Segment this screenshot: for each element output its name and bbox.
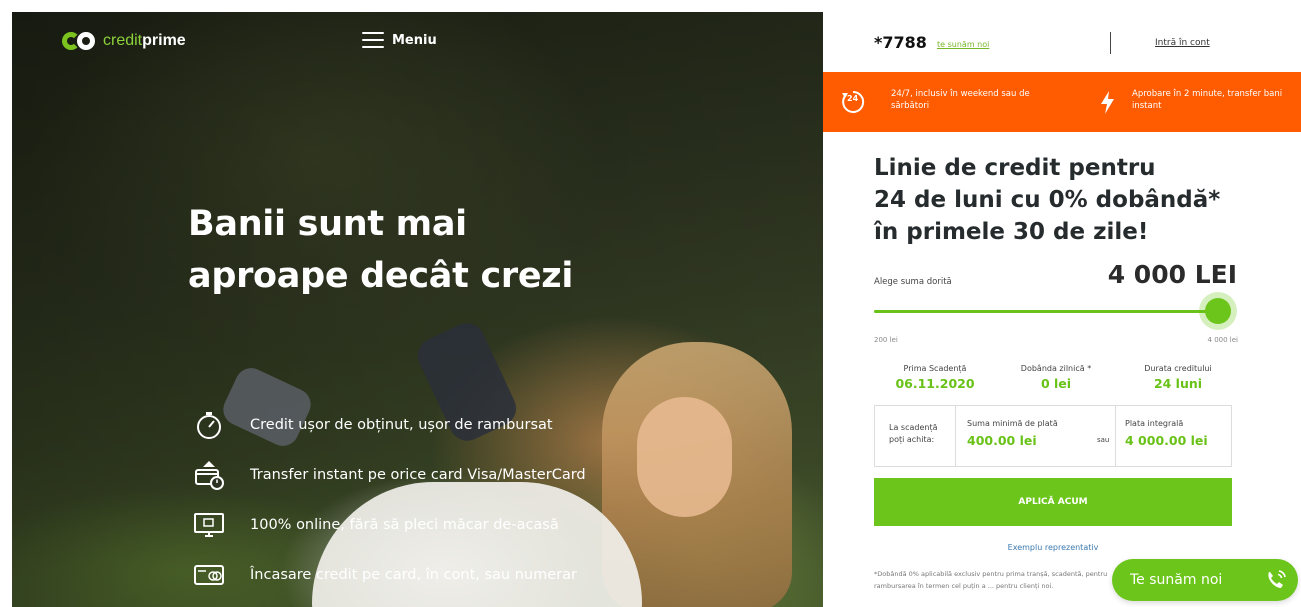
clock-24-icon: 24 bbox=[838, 87, 868, 117]
logo[interactable]: creditprime bbox=[62, 32, 186, 50]
stat-daily-interest: Dobânda zilnică * 0 lei bbox=[1001, 364, 1111, 391]
amount-label: Alege suma dorită bbox=[874, 277, 952, 287]
offer-title-line: 24 de luni cu 0% dobândă* bbox=[874, 187, 1221, 213]
phone-icon bbox=[1260, 565, 1290, 595]
divider bbox=[1115, 406, 1116, 466]
stat-value: 0 lei bbox=[1040, 376, 1072, 391]
feature-item: Credit ușor de obținut, ușor de rambursa… bbox=[192, 400, 586, 450]
monitor-icon bbox=[192, 508, 226, 542]
payment-minimum-label: Suma minimă de plată bbox=[967, 419, 1058, 428]
payment-label: La scadență poți achita: bbox=[889, 422, 937, 482]
login-link[interactable]: Intră în cont bbox=[1155, 38, 1210, 48]
call-me-link[interactable]: te sunăm noi bbox=[937, 40, 989, 49]
logo-text-credit: credit bbox=[103, 32, 143, 49]
credit-panel: *7788 te sunăm noi Intră în cont 24 24/7… bbox=[823, 12, 1301, 607]
divider bbox=[1110, 32, 1111, 54]
banner-text-approval: Aprobare în 2 minute, transfer bani inst… bbox=[1132, 89, 1283, 111]
stat-first-due-date: Prima Scadență 06.11.2020 bbox=[885, 364, 985, 391]
slider-thumb[interactable] bbox=[1205, 298, 1231, 324]
svg-text:24: 24 bbox=[847, 94, 859, 103]
logo-text: creditprime bbox=[103, 32, 186, 50]
offer-title: Linie de credit pentru 24 de luni cu 0% … bbox=[874, 152, 1294, 248]
logo-text-prime: prime bbox=[142, 32, 186, 49]
payment-full: Plata integrală 4 000.00 lei bbox=[1125, 418, 1208, 478]
payment-full-value: 4 000.00 lei bbox=[1125, 433, 1208, 448]
stopwatch-icon bbox=[192, 408, 226, 442]
stat-value: 06.11.2020 bbox=[895, 376, 975, 391]
feature-text: Transfer instant pe orice card Visa/Mast… bbox=[250, 467, 586, 483]
menu-label: Meniu bbox=[392, 32, 437, 48]
card-transfer-icon bbox=[192, 458, 226, 492]
hamburger-icon bbox=[362, 32, 384, 48]
payment-box: La scadență poți achita: Suma minimă de … bbox=[874, 405, 1232, 467]
payment-label-line: poți achita: bbox=[889, 435, 935, 444]
payment-full-label: Plata integrală bbox=[1125, 419, 1184, 428]
feature-item: Încasare credit pe card, în cont, sau nu… bbox=[192, 550, 586, 600]
stat-label: Dobânda zilnică * bbox=[1020, 364, 1092, 373]
banner-text-availability: 24/7, inclusiv în weekend sau de sărbăto… bbox=[891, 89, 1030, 111]
feature-text: Încasare credit pe card, în cont, sau nu… bbox=[250, 567, 577, 583]
payment-minimum-value: 400.00 lei bbox=[967, 433, 1037, 448]
representative-example-link[interactable]: Exemplu reprezentativ bbox=[823, 543, 1283, 552]
callback-label: Te sunăm noi bbox=[1130, 572, 1223, 588]
payment-minimum: Suma minimă de plată 400.00 lei bbox=[967, 418, 1058, 478]
offer-title-line: în primele 30 de zile! bbox=[874, 219, 1149, 245]
payment-or: sau bbox=[1097, 436, 1110, 444]
feature-item: Transfer instant pe orice card Visa/Mast… bbox=[192, 450, 586, 500]
slider-max-label: 4 000 lei bbox=[1207, 336, 1238, 344]
hero-headline: Banii sunt mai aproape decât crezi bbox=[188, 198, 648, 302]
amount-value: 4 000 LEI bbox=[1107, 260, 1237, 289]
amount-slider[interactable] bbox=[874, 298, 1231, 324]
divider bbox=[955, 406, 956, 466]
hero-headline-line: Banii sunt mai bbox=[188, 204, 467, 244]
menu-button[interactable]: Meniu bbox=[362, 32, 437, 48]
lightning-icon bbox=[1093, 87, 1123, 117]
disclaimer-text: *Dobândă 0% aplicabilă exclusiv pentru p… bbox=[874, 570, 1108, 590]
callback-button[interactable]: Te sunăm noi bbox=[1112, 559, 1298, 601]
slider-min-label: 200 lei bbox=[874, 336, 898, 344]
phone-number[interactable]: *7788 bbox=[874, 33, 927, 52]
payment-label-line: La scadență bbox=[889, 423, 938, 432]
cash-card-icon bbox=[192, 558, 226, 592]
stat-label: Prima Scadență bbox=[903, 364, 967, 373]
feature-item: 100% online, fără să pleci măcar de-acas… bbox=[192, 500, 586, 550]
hero-headline-line: aproape decât crezi bbox=[188, 256, 574, 296]
stat-value: 24 luni bbox=[1153, 376, 1203, 391]
stat-label: Durata creditului bbox=[1144, 364, 1212, 373]
apply-now-button[interactable]: APLICĂ ACUM bbox=[874, 478, 1232, 526]
logo-mark-icon bbox=[62, 32, 95, 50]
offer-title-line: Linie de credit pentru bbox=[874, 155, 1156, 181]
feature-text: Credit ușor de obținut, ușor de rambursa… bbox=[250, 417, 553, 433]
feature-list: Credit ușor de obținut, ușor de rambursa… bbox=[192, 400, 586, 600]
top-bar: *7788 te sunăm noi Intră în cont bbox=[823, 12, 1301, 72]
hero-section: creditprime Meniu Banii sunt mai aproape… bbox=[12, 12, 823, 607]
stat-credit-duration: Durata creditului 24 luni bbox=[1123, 364, 1233, 391]
hero-photo-face bbox=[637, 397, 732, 517]
slider-fill bbox=[874, 310, 1218, 313]
info-banner: 24 24/7, inclusiv în weekend sau de sărb… bbox=[823, 72, 1301, 132]
feature-text: 100% online, fără să pleci măcar de-acas… bbox=[250, 517, 559, 533]
